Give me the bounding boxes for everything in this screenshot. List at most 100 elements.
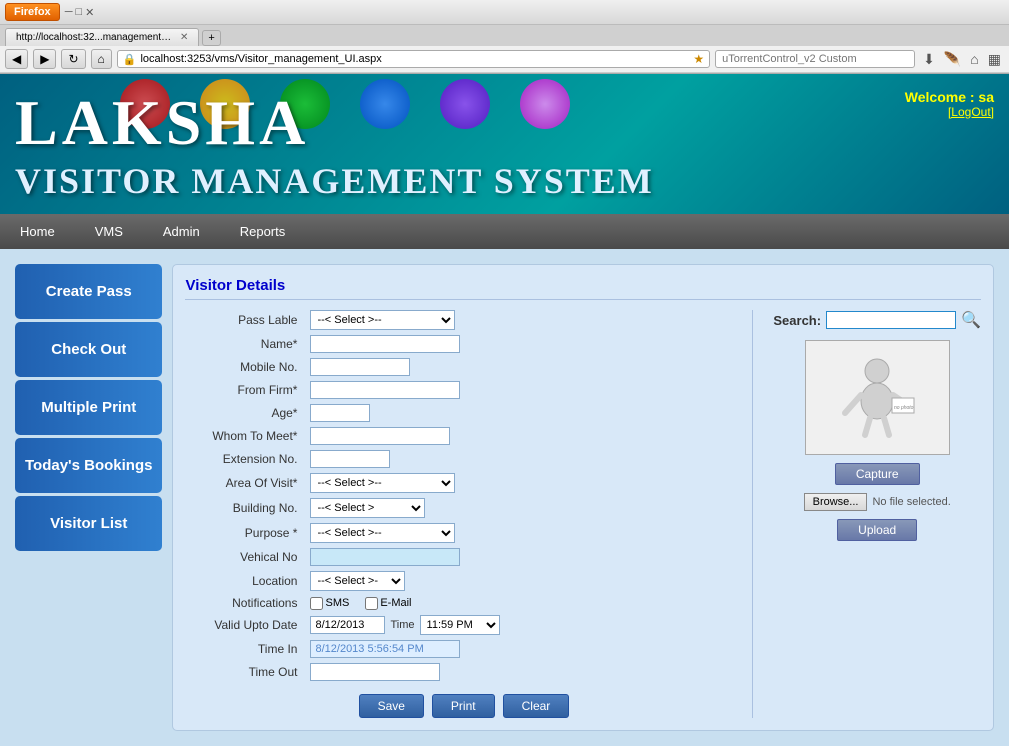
capture-button[interactable]: Capture (835, 463, 920, 485)
time-in-row: Time In (185, 640, 742, 658)
sidebar: Create Pass Check Out Multiple Print Tod… (15, 264, 162, 731)
time-out-input[interactable] (310, 663, 440, 681)
sms-checkbox[interactable] (310, 597, 323, 610)
email-checkbox[interactable] (365, 597, 378, 610)
print-button[interactable]: Print (432, 694, 495, 718)
nav-reports[interactable]: Reports (220, 214, 306, 249)
home-button[interactable]: ⌂ (91, 49, 112, 69)
area-of-visit-row: Area Of Visit* --< Select >-- (185, 473, 742, 493)
sms-checkbox-label[interactable]: SMS (310, 597, 349, 610)
time-select[interactable]: 11:59 PM (420, 615, 500, 635)
file-status-text: No file selected. (872, 496, 950, 508)
sms-label: SMS (325, 597, 349, 609)
purpose-select[interactable]: --< Select >-- (310, 523, 455, 543)
browse-button[interactable]: Browse... (804, 493, 868, 511)
whom-to-meet-row: Whom To Meet* (185, 427, 742, 445)
star-icon[interactable]: ★ (693, 52, 704, 66)
file-upload-row: Browse... No file selected. (804, 493, 951, 511)
browser-tab[interactable]: http://localhost:32...management_UI.aspx… (5, 28, 199, 46)
browser-search-input[interactable] (715, 50, 915, 68)
notifications-label-text: Notifications (185, 596, 305, 610)
new-tab-button[interactable]: + (202, 30, 220, 46)
age-row: Age* (185, 404, 742, 422)
window-close[interactable]: ✕ (85, 6, 94, 19)
svg-text:no photo: no photo (894, 405, 914, 411)
header-title-laksha: LAKSHA (15, 86, 654, 160)
search-row: Search: 🔍 (773, 310, 981, 330)
create-pass-button[interactable]: Create Pass (15, 264, 162, 319)
building-no-label-text: Building No. (185, 501, 305, 515)
age-label-text: Age* (185, 406, 305, 420)
building-no-select[interactable]: --< Select > (310, 498, 425, 518)
pass-label-row: Pass Lable --< Select >-- (185, 310, 742, 330)
tab-close-btn[interactable]: ✕ (180, 32, 188, 43)
lock-icon: 🔒 (123, 53, 137, 66)
nav-home[interactable]: Home (0, 214, 75, 249)
check-out-button[interactable]: Check Out (15, 322, 162, 377)
name-input[interactable] (310, 335, 460, 353)
area-of-visit-label-text: Area Of Visit* (185, 476, 305, 490)
extension-label-text: Extension No. (185, 452, 305, 466)
home2-icon[interactable]: ⌂ (967, 50, 981, 68)
window-minimize[interactable]: ─ (65, 6, 73, 18)
valid-upto-row: Valid Upto Date Time 11:59 PM (185, 615, 742, 635)
visitor-list-button[interactable]: Visitor List (15, 496, 162, 551)
search-button[interactable]: 🔍 (961, 310, 981, 330)
no-photo-placeholder: no photo (806, 341, 949, 454)
tab-title: http://localhost:32...management_UI.aspx (16, 32, 176, 43)
window-maximize[interactable]: □ (75, 6, 82, 18)
clear-button[interactable]: Clear (503, 694, 570, 718)
pass-label-text: Pass Lable (185, 313, 305, 327)
logout-link[interactable]: [LogOut] (905, 105, 994, 119)
visitor-details-panel: Visitor Details Pass Lable --< Select >-… (172, 264, 994, 731)
firefox-button[interactable]: Firefox (5, 3, 60, 21)
nav-admin[interactable]: Admin (143, 214, 220, 249)
purpose-row: Purpose * --< Select >-- (185, 523, 742, 543)
time-out-label-text: Time Out (185, 665, 305, 679)
todays-bookings-button[interactable]: Today's Bookings (15, 438, 162, 493)
valid-date-input[interactable] (310, 616, 385, 634)
whom-to-meet-label-text: Whom To Meet* (185, 429, 305, 443)
whom-to-meet-input[interactable] (310, 427, 450, 445)
location-select[interactable]: --< Select >- (310, 571, 405, 591)
search-input[interactable] (826, 311, 956, 329)
purpose-label-text: Purpose * (185, 526, 305, 540)
forward-button[interactable]: ▶ (33, 49, 56, 69)
area-of-visit-select[interactable]: --< Select >-- (310, 473, 455, 493)
age-input[interactable] (310, 404, 370, 422)
form-fields: Pass Lable --< Select >-- Name* Mobile N… (185, 310, 742, 718)
extension-row: Extension No. (185, 450, 742, 468)
mobile-label-text: Mobile No. (185, 360, 305, 374)
from-firm-input[interactable] (310, 381, 460, 399)
photo-box: no photo (805, 340, 950, 455)
nav-vms[interactable]: VMS (75, 214, 143, 249)
form-divider (752, 310, 753, 718)
reload-button[interactable]: ↻ (61, 49, 85, 69)
multiple-print-button[interactable]: Multiple Print (15, 380, 162, 435)
download-icon[interactable]: ⬇ (920, 50, 938, 69)
panel-title: Visitor Details (185, 277, 981, 300)
mobile-input[interactable] (310, 358, 410, 376)
pass-label-select[interactable]: --< Select >-- (310, 310, 455, 330)
save-button[interactable]: Save (359, 694, 424, 718)
notifications-row: Notifications SMS E-Mail (185, 596, 742, 610)
upload-button[interactable]: Upload (837, 519, 917, 541)
url-input[interactable] (136, 52, 693, 66)
form-action-buttons: Save Print Clear (185, 686, 742, 718)
vehical-row: Vehical No (185, 548, 742, 566)
name-label-text: Name* (185, 337, 305, 351)
valid-upto-label-text: Valid Upto Date (185, 618, 305, 632)
photo-area: Search: 🔍 (763, 310, 981, 718)
sidebar-icon[interactable]: ▦ (985, 50, 1004, 69)
name-row: Name* (185, 335, 742, 353)
time-in-input[interactable] (310, 640, 460, 658)
feather-icon[interactable]: 🪶 (941, 50, 964, 69)
time-label-text: Time (390, 619, 414, 631)
back-button[interactable]: ◀ (5, 49, 28, 69)
vehical-label-text: Vehical No (185, 550, 305, 564)
extension-input[interactable] (310, 450, 390, 468)
notifications-options: SMS E-Mail (310, 597, 411, 610)
welcome-text: Welcome : sa (905, 89, 994, 105)
vehical-input[interactable] (310, 548, 460, 566)
email-checkbox-label[interactable]: E-Mail (365, 597, 411, 610)
